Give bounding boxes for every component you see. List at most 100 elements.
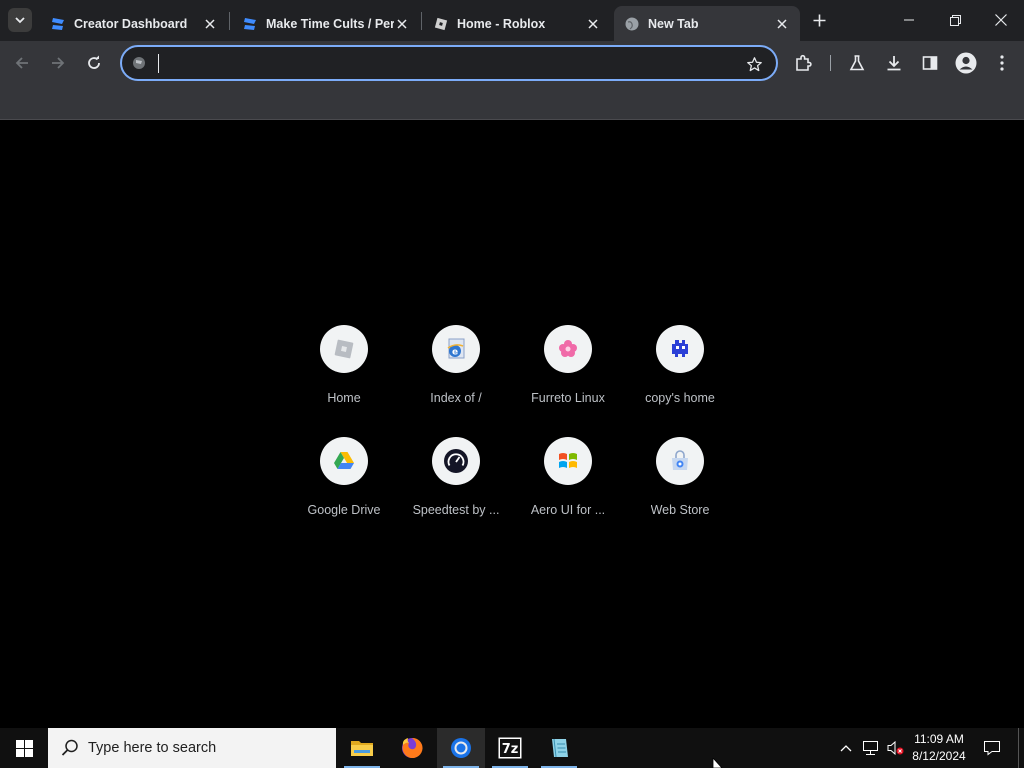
network-button[interactable] <box>860 728 882 768</box>
close-icon[interactable] <box>585 16 601 32</box>
clock-date: 8/12/2024 <box>912 749 966 763</box>
shortcut-home[interactable]: Home <box>288 312 400 424</box>
bookmark-star-button[interactable] <box>744 54 764 74</box>
star-icon <box>746 56 762 71</box>
arrow-left-icon <box>15 57 28 69</box>
svg-text:e: e <box>452 348 458 358</box>
show-desktop-button[interactable] <box>1018 728 1024 768</box>
taskbar-firefox[interactable] <box>388 728 436 768</box>
shortcut-label: Home <box>327 391 361 405</box>
shortcut-icon-wrap <box>320 325 368 373</box>
screen: Creator Dashboard Make Time Cults / Per … <box>0 0 1024 768</box>
shortcut-icon-wrap <box>320 437 368 485</box>
taskbar-7zip[interactable]: 7z <box>486 728 534 768</box>
tab-search-button[interactable] <box>8 8 32 32</box>
clock-time: 11:09 AM <box>914 732 964 746</box>
plus-icon <box>813 14 825 26</box>
tab-home-roblox[interactable]: Home - Roblox <box>423 6 611 41</box>
roblox-studio-icon <box>52 17 64 30</box>
chevron-up-icon <box>840 745 852 752</box>
shortcut-furreto-linux[interactable]: Furreto Linux <box>512 312 624 424</box>
close-icon[interactable] <box>394 16 410 32</box>
shortcut-label: copy's home <box>645 391 715 405</box>
internet-explorer-icon: e <box>447 338 465 359</box>
shortcut-web-store[interactable]: Web Store <box>624 424 736 536</box>
pink-flower-icon <box>559 340 577 357</box>
shortcut-grid: Home e Index of / Furreto Linux copy's h… <box>288 312 736 536</box>
restore-icon <box>949 14 961 26</box>
shortcut-icon-wrap <box>656 325 704 373</box>
download-icon <box>887 56 901 71</box>
shortcut-index[interactable]: e Index of / <box>400 312 512 424</box>
file-explorer-icon <box>351 741 373 756</box>
flask-icon <box>849 55 865 71</box>
notepad-icon <box>552 738 568 758</box>
shortcut-icon-wrap <box>432 437 480 485</box>
close-icon[interactable] <box>202 16 218 32</box>
chrome-icon <box>451 738 471 758</box>
new-tab-button[interactable] <box>808 9 830 31</box>
shortcut-speedtest[interactable]: Speedtest by ... <box>400 424 512 536</box>
extensions-button[interactable] <box>790 49 818 77</box>
taskbar-file-explorer[interactable] <box>338 728 386 768</box>
windows-flag-icon <box>559 453 577 468</box>
shortcut-google-drive[interactable]: Google Drive <box>288 424 400 536</box>
chevron-down-icon <box>15 17 25 24</box>
shortcut-copys-home[interactable]: copy's home <box>624 312 736 424</box>
bookmarks-bar <box>0 85 1024 120</box>
tab-title: Creator Dashboard <box>74 16 188 31</box>
volume-muted-icon <box>887 740 904 756</box>
shortcut-label: Index of / <box>430 391 482 405</box>
reload-icon <box>88 55 100 69</box>
shortcut-label: Aero UI for ... <box>530 503 606 517</box>
minimize-button[interactable] <box>886 0 932 40</box>
labs-button[interactable] <box>843 49 871 77</box>
taskbar-search-placeholder: Type here to search <box>88 740 217 756</box>
search-icon <box>61 739 78 756</box>
downloads-button[interactable] <box>880 49 908 77</box>
shortcut-icon-wrap <box>544 325 592 373</box>
shortcut-label: Speedtest by ... <box>412 503 500 517</box>
tab-title: New Tab <box>648 16 699 31</box>
address-input[interactable] <box>156 53 736 75</box>
tab-strip: Creator Dashboard Make Time Cults / Per … <box>0 0 1024 41</box>
more-vert-icon <box>1000 55 1004 71</box>
tab-creator-dashboard[interactable]: Creator Dashboard <box>40 6 228 41</box>
google-drive-icon <box>334 452 354 469</box>
puzzle-icon <box>796 54 812 71</box>
close-window-button[interactable] <box>978 0 1024 40</box>
shortcut-aero-ui[interactable]: Aero UI for ... <box>512 424 624 536</box>
side-panel-icon <box>922 56 938 70</box>
roblox-icon <box>434 17 448 30</box>
volume-button[interactable] <box>884 728 906 768</box>
back-button[interactable] <box>8 49 36 77</box>
notifications-button[interactable] <box>978 728 1006 768</box>
tab-separator <box>229 12 230 30</box>
address-bar[interactable] <box>120 45 778 81</box>
start-button[interactable] <box>0 728 48 768</box>
show-hidden-icons-button[interactable] <box>836 728 856 768</box>
shortcut-label: Google Drive <box>307 503 381 517</box>
side-panel-button[interactable] <box>916 49 944 77</box>
7zip-icon: 7z <box>498 737 522 759</box>
profile-button[interactable] <box>952 49 980 77</box>
toolbar <box>0 41 1024 85</box>
taskbar-notepad[interactable] <box>535 728 583 768</box>
tab-new-tab[interactable]: New Tab <box>614 6 800 41</box>
shortcut-label: Furreto Linux <box>531 391 605 405</box>
globe-icon <box>625 17 639 30</box>
menu-button[interactable] <box>988 49 1016 77</box>
close-icon[interactable] <box>774 16 790 32</box>
forward-button[interactable] <box>44 49 72 77</box>
taskbar-search[interactable]: Type here to search <box>48 728 336 768</box>
tab-make-time-cults[interactable]: Make Time Cults / Per <box>232 6 420 41</box>
taskbar-chrome[interactable] <box>437 728 485 768</box>
windows-logo-icon <box>15 739 33 757</box>
tab-title: Make Time Cults / Per <box>266 16 394 31</box>
text-caret <box>158 54 159 73</box>
firefox-icon <box>402 737 423 758</box>
system-clock[interactable]: 11:09 AM 8/12/2024 <box>906 731 972 765</box>
svg-text:7z: 7z <box>502 742 519 757</box>
restore-button[interactable] <box>932 0 978 40</box>
reload-button[interactable] <box>80 49 108 77</box>
